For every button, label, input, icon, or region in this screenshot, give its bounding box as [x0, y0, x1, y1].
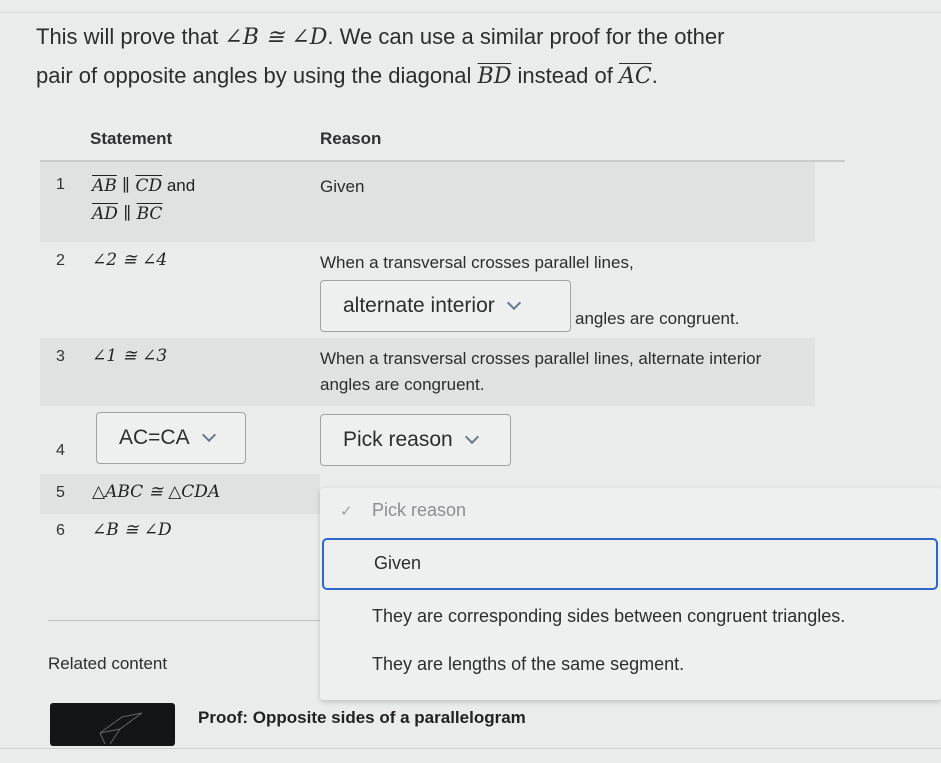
related-thumbnail[interactable] [50, 703, 175, 746]
reason-text: angles are congruent. [575, 309, 740, 328]
segment: BC [136, 204, 163, 224]
table-row: 3 ∠1 ≅ ∠3 When a transversal crosses par… [40, 338, 815, 406]
top-divider [0, 12, 941, 13]
chevron-down-icon [506, 295, 521, 311]
intro-paragraph: This will prove that ∠B ≅ ∠D. We can use… [36, 18, 916, 96]
reason-text: When a transversal crosses parallel line… [320, 349, 762, 368]
reason: When a transversal crosses parallel line… [320, 346, 761, 398]
table-header: Statement Reason [40, 120, 845, 162]
intro-line-1: This will prove that ∠B ≅ ∠D. We can use… [36, 18, 916, 57]
intro-line-2: pair of opposite angles by using the dia… [36, 57, 916, 96]
statement-dropdown[interactable]: AC=CA [96, 412, 246, 464]
menu-option-same-segment[interactable]: They are lengths of the same segment. [372, 654, 684, 675]
related-content-heading: Related content [48, 654, 168, 673]
row-number: 6 [56, 522, 65, 539]
intro-text: This will prove that [36, 24, 225, 49]
reason-text: angles are congruent. [320, 375, 485, 394]
chevron-down-icon [201, 427, 216, 443]
statement: AB ∥ CD and AD ∥ BC [92, 172, 195, 228]
intro-math: ∠B ≅ ∠D [224, 25, 328, 50]
table-row: 4 AC=CA Pick reason [40, 406, 815, 474]
table-row: 2 ∠2 ≅ ∠4 When a transversal crosses par… [40, 242, 815, 338]
parallel-symbol: ∥ [117, 204, 137, 224]
reason-dropdown-open[interactable]: Pick reason [320, 414, 511, 466]
related-link[interactable]: Proof: Opposite sides of a parallelogram [198, 708, 526, 728]
row-number: 1 [56, 176, 65, 193]
reason-text: When a transversal crosses parallel line… [320, 253, 634, 272]
option-label: Given [374, 553, 422, 573]
segment: CD [135, 176, 163, 196]
statement: ∠2 ≅ ∠4 [92, 250, 168, 270]
intro-text: instead of [511, 63, 619, 88]
row-number: 2 [56, 252, 65, 269]
row-number: 5 [56, 484, 65, 501]
parallelogram-icon [99, 712, 143, 745]
header-statement: Statement [90, 129, 173, 148]
intro-text: . [651, 63, 658, 88]
reason: Given [320, 177, 365, 196]
statement: ∠B ≅ ∠D [92, 520, 172, 540]
intro-text: . We can use a similar proof for the oth… [327, 24, 725, 49]
statement: △ABC ≅ △CDA [92, 482, 221, 502]
table-row: 1 AB ∥ CD and AD ∥ BC Given [40, 162, 815, 242]
row-number: 4 [56, 442, 65, 459]
row-number: 3 [56, 348, 65, 365]
menu-option-given[interactable]: Given [322, 538, 938, 590]
chevron-down-icon [464, 429, 479, 445]
table-row: 6 ∠B ≅ ∠D [40, 514, 320, 554]
segment-ac: AC [619, 64, 652, 89]
table-bottom-divider [48, 620, 320, 621]
segment-bd: BD [477, 64, 512, 89]
reason-dropdown-menu: ✓ Pick reason Given They are correspondi… [320, 488, 941, 700]
menu-option-corresponding-sides[interactable]: They are corresponding sides between con… [372, 606, 845, 627]
table-row: 5 △ABC ≅ △CDA [40, 474, 320, 514]
statement-text: and [162, 176, 196, 195]
dropdown-value: AC=CA [119, 426, 190, 449]
intro-text: pair of opposite angles by using the dia… [36, 63, 478, 88]
menu-option-pick-reason[interactable]: Pick reason [372, 500, 466, 521]
header-reason: Reason [320, 129, 382, 148]
checkmark-icon: ✓ [340, 503, 353, 520]
segment: AD [92, 204, 118, 224]
parallel-symbol: ∥ [116, 176, 136, 196]
dropdown-value: alternate interior [343, 294, 495, 317]
reason-dropdown[interactable]: alternate interior [320, 280, 571, 332]
segment: AB [92, 176, 117, 196]
statement: ∠1 ≅ ∠3 [92, 346, 168, 366]
dropdown-value: Pick reason [343, 428, 453, 451]
bottom-divider [0, 748, 941, 749]
